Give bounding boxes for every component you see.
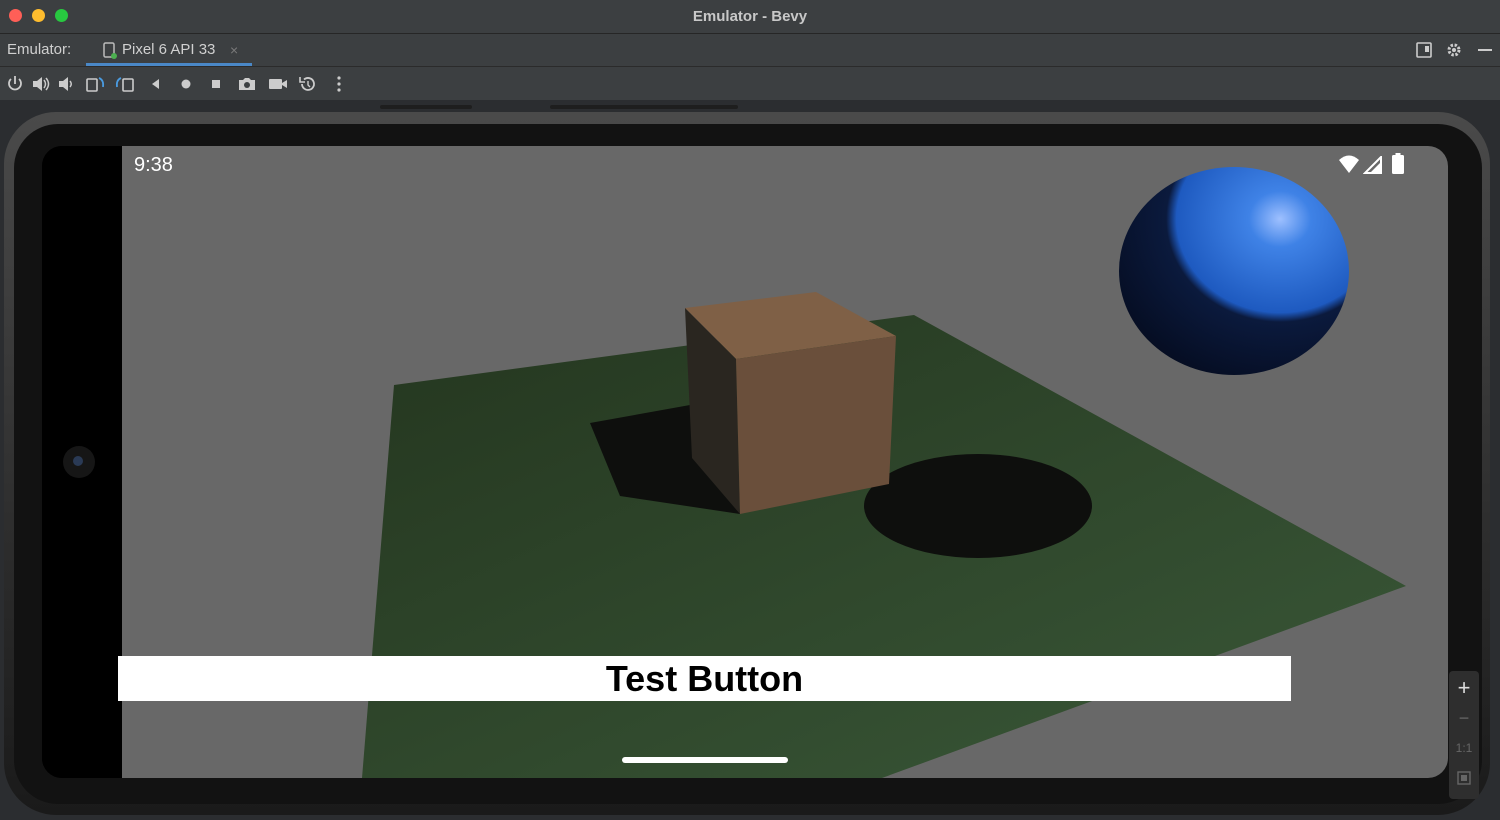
tab-close-icon[interactable]: × <box>230 34 238 66</box>
screenshot-icon[interactable] <box>236 73 258 95</box>
home-icon[interactable] <box>175 73 197 95</box>
volume-up-icon[interactable] <box>30 73 52 95</box>
more-options-icon[interactable] <box>328 73 350 95</box>
cellular-signal-icon <box>1363 156 1382 174</box>
zoom-out-button[interactable]: − <box>1449 703 1479 733</box>
zoom-actual-size-button[interactable]: 1:1 <box>1449 733 1479 763</box>
window-title: Emulator - Bevy <box>692 8 808 25</box>
battery-icon <box>1392 153 1404 174</box>
volume-down-icon[interactable] <box>56 73 78 95</box>
sphere-shadow <box>864 454 1092 558</box>
fit-screen-icon[interactable] <box>1457 771 1471 785</box>
power-button-hardware <box>550 105 738 109</box>
hide-panel-icon[interactable] <box>1477 42 1493 58</box>
rotate-right-icon[interactable] <box>114 73 136 95</box>
back-icon[interactable] <box>145 73 167 95</box>
zoom-in-button[interactable]: + <box>1449 673 1479 703</box>
gesture-home-handle[interactable] <box>622 757 788 763</box>
settings-gear-icon[interactable] <box>1446 42 1462 58</box>
status-time: 9:38 <box>134 154 173 176</box>
layout-icon[interactable] <box>1416 42 1432 58</box>
status-bar: 9:38 <box>122 146 1448 186</box>
snapshot-icon[interactable] <box>297 73 319 95</box>
overview-icon[interactable] <box>205 73 227 95</box>
tab-pixel-6-api-33[interactable]: Pixel 6 API 33 × <box>86 34 252 66</box>
rotate-left-icon[interactable] <box>84 73 106 95</box>
device-screen[interactable]: 9:38 Test Button <box>42 146 1448 778</box>
volume-button-hardware <box>380 105 472 109</box>
power-icon[interactable] <box>4 73 26 95</box>
emulator-toolbar <box>0 67 1500 100</box>
camera-lens-icon <box>73 456 83 466</box>
tool-window-tabbar: Emulator: Pixel 6 API 33 × <box>0 34 1500 67</box>
wifi-icon <box>1339 155 1359 173</box>
test-button[interactable]: Test Button <box>118 656 1291 701</box>
screen-record-icon[interactable] <box>267 73 289 95</box>
emulator-label: Emulator: <box>7 41 72 58</box>
cube-front <box>736 336 896 514</box>
device-icon <box>103 42 117 59</box>
sphere <box>1119 167 1349 375</box>
zoom-controls: + − 1:1 <box>1449 671 1479 799</box>
tab-label: Pixel 6 API 33 <box>122 41 216 58</box>
tab-active-indicator <box>86 63 252 66</box>
